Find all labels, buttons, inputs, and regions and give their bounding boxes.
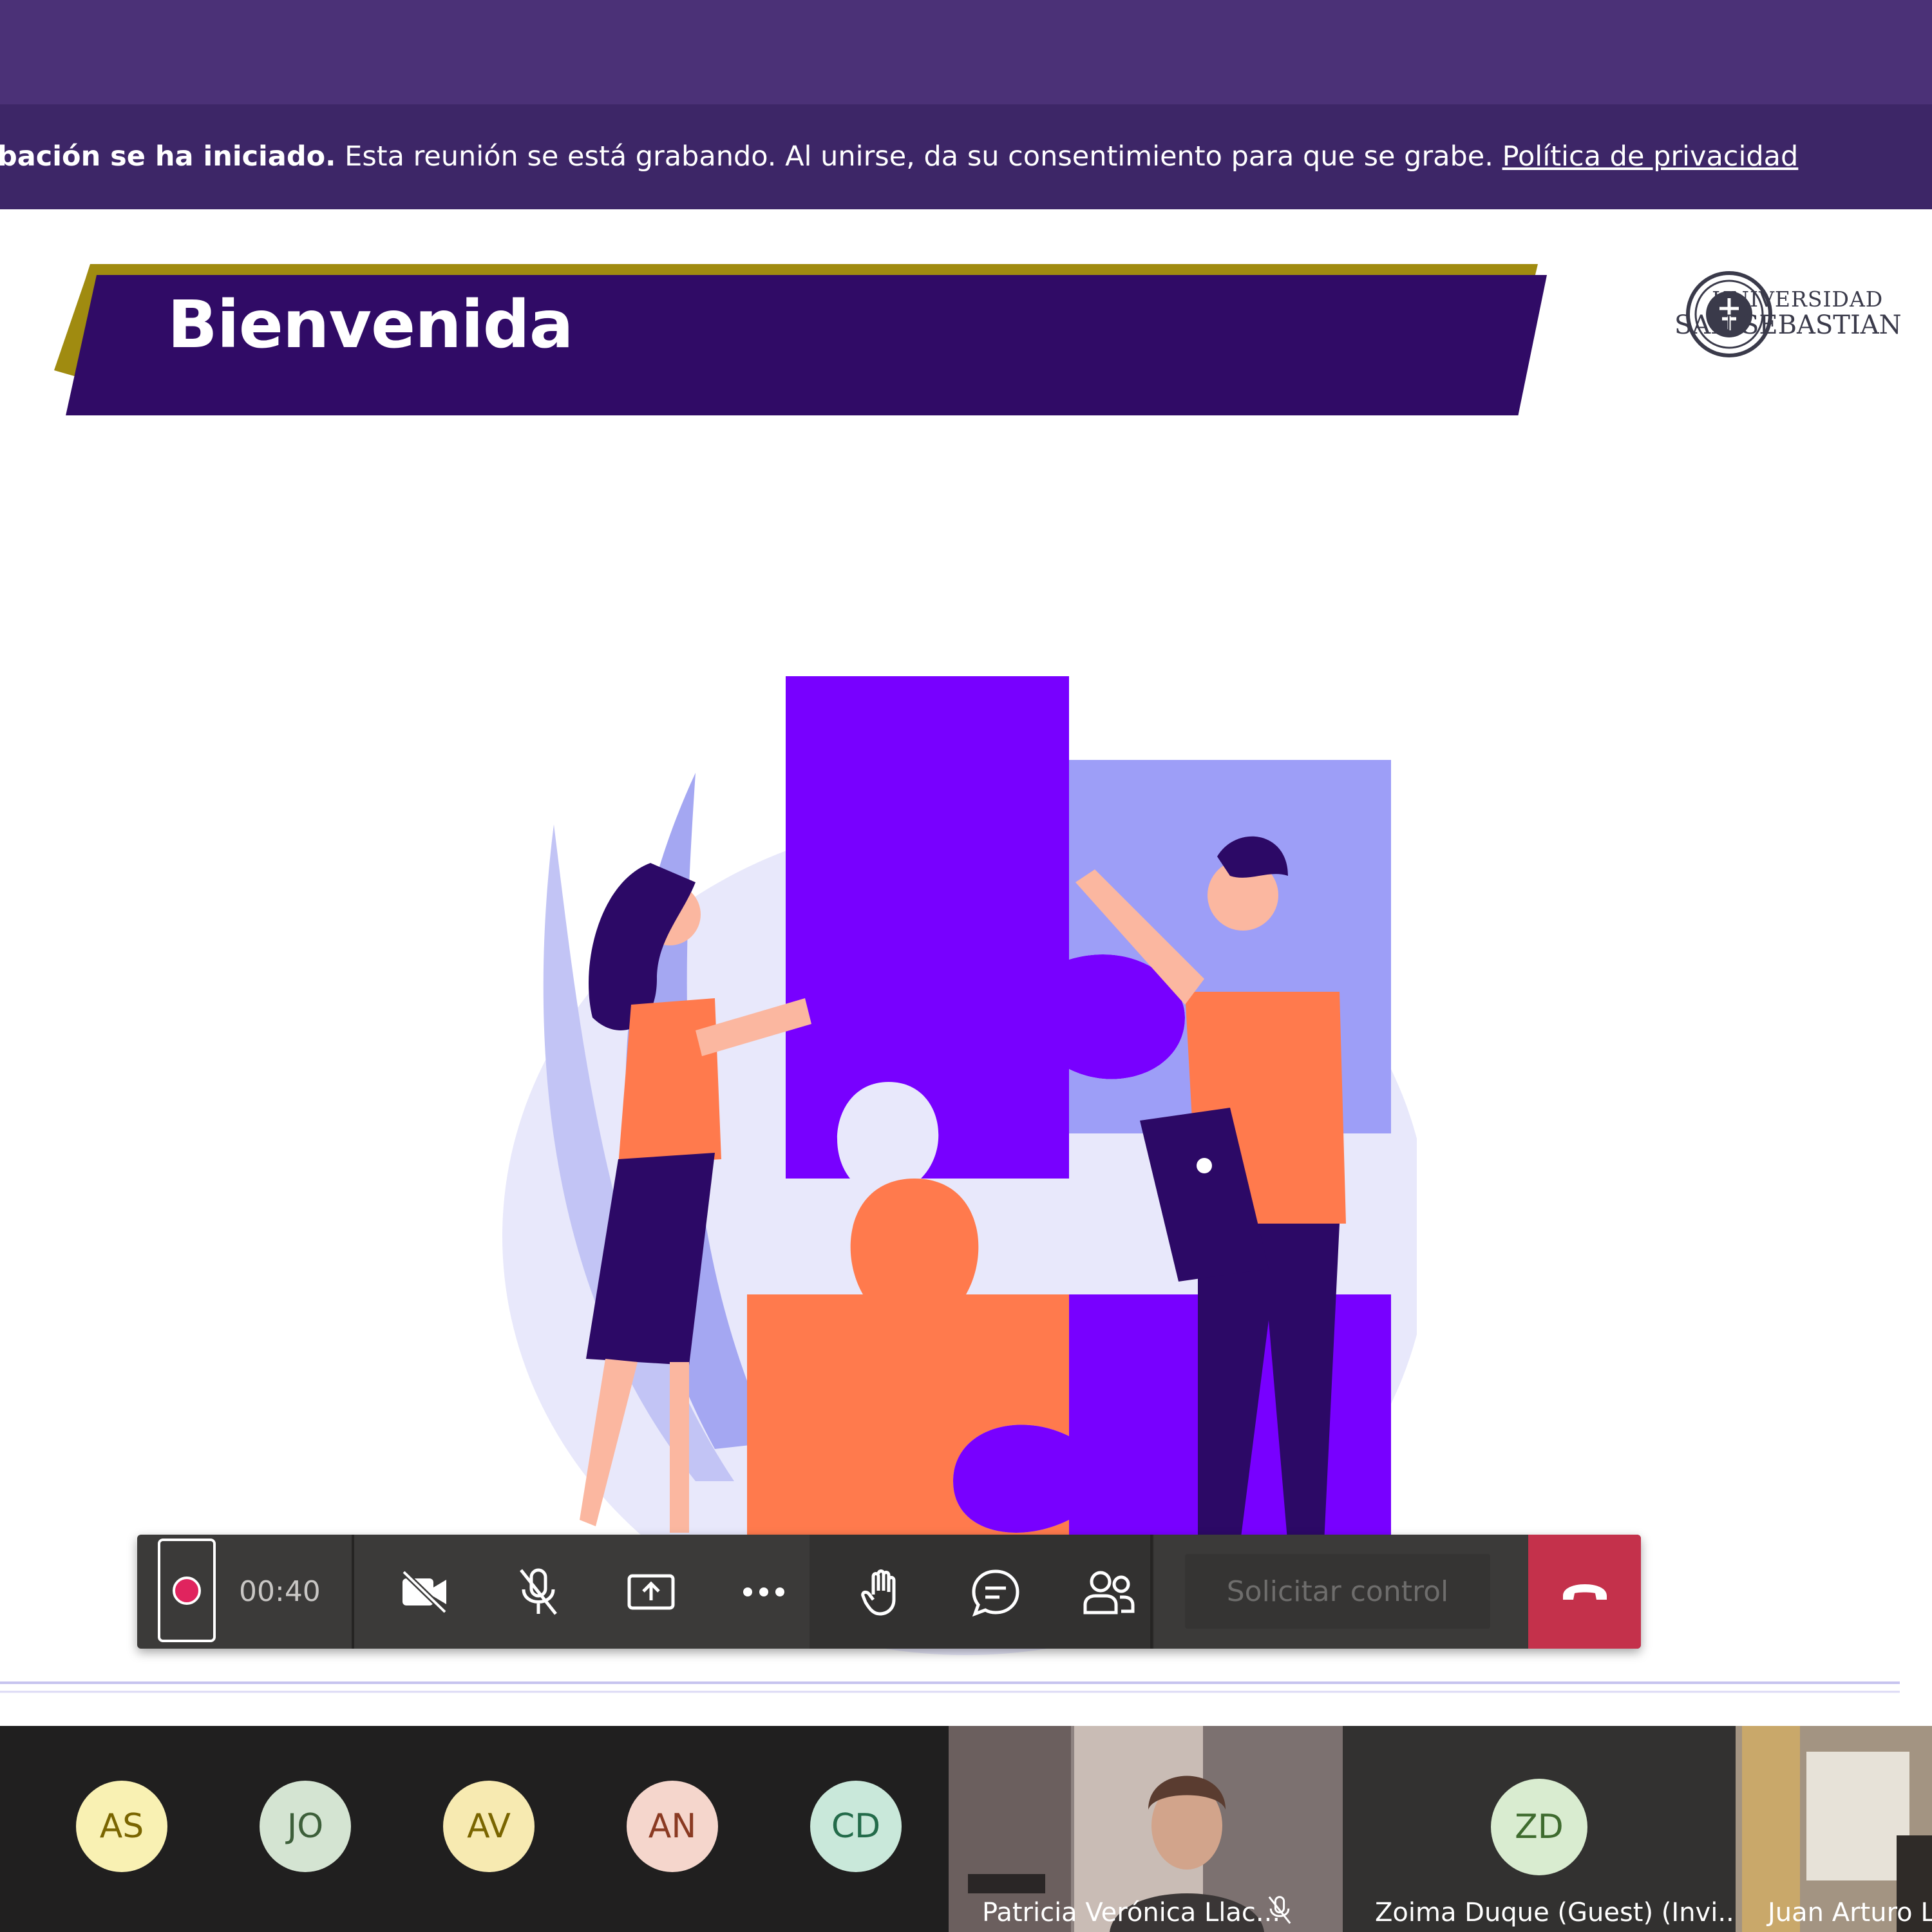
participant-name: Zoima Duque (Guest) (Invi... xyxy=(1375,1898,1736,1927)
recording-notice-text: Esta reunión se está grabando. Al unirse… xyxy=(336,140,1502,173)
participant-avatar[interactable]: AN xyxy=(627,1781,718,1872)
participant-avatar: ZD xyxy=(1491,1779,1587,1875)
avatar-initials: CD xyxy=(831,1807,881,1846)
participants-strip: AS JO AV AN CD Patricia Verónica Llac...… xyxy=(0,1726,1932,1932)
chat-icon xyxy=(971,1569,1019,1616)
participant-avatar[interactable]: JO xyxy=(260,1781,351,1872)
participant-video-tile[interactable]: Juan Arturo Lo xyxy=(1736,1726,1932,1932)
controls-divider xyxy=(352,1535,354,1649)
hangup-icon xyxy=(1562,1584,1607,1600)
slide-title: Bienvenida xyxy=(167,287,574,363)
participants-button[interactable] xyxy=(1058,1535,1158,1649)
more-actions-button[interactable] xyxy=(714,1535,813,1649)
puzzle-illustration xyxy=(502,676,1417,1655)
mic-off-icon xyxy=(1268,1896,1291,1924)
participant-avatar[interactable]: CD xyxy=(810,1781,902,1872)
participant-video-tile[interactable]: Patricia Verónica Llac... xyxy=(949,1726,1343,1932)
participant-video-tile[interactable]: ZD Zoima Duque (Guest) (Invi... xyxy=(1343,1726,1736,1932)
logo-line2: SAN SEBASTIAN xyxy=(1674,310,1902,340)
raise-hand-button[interactable] xyxy=(833,1535,933,1649)
camera-toggle-button[interactable] xyxy=(375,1535,475,1649)
share-screen-button[interactable] xyxy=(601,1535,701,1649)
hang-up-button[interactable] xyxy=(1528,1535,1641,1649)
more-icon xyxy=(743,1587,784,1596)
chat-button[interactable] xyxy=(945,1535,1045,1649)
participant-avatar[interactable]: AV xyxy=(443,1781,535,1872)
logo-line1: UNIVERSIDAD xyxy=(1712,287,1884,312)
avatar-initials: AV xyxy=(467,1807,511,1846)
avatar-initials: AN xyxy=(648,1807,697,1846)
recording-indicator[interactable] xyxy=(158,1539,216,1642)
raise-hand-icon xyxy=(860,1569,895,1615)
avatar-initials: AS xyxy=(99,1807,144,1846)
avatar-initials: JO xyxy=(287,1807,324,1846)
call-timer: 00:40 xyxy=(239,1575,321,1608)
mic-off-icon xyxy=(519,1568,557,1615)
controls-divider xyxy=(1150,1535,1153,1649)
camera-off-icon xyxy=(401,1569,447,1614)
meeting-controls-bar: 00:40 Solicitar control xyxy=(137,1535,1641,1649)
avatar-initials: ZD xyxy=(1515,1808,1564,1846)
participant-name: Juan Arturo Lo xyxy=(1768,1898,1932,1927)
slide-bottom-edge xyxy=(0,1681,1900,1693)
recording-notice-banner: bación se ha iniciado. Esta reunión se e… xyxy=(0,104,1932,209)
meeting-title-bar xyxy=(0,0,1932,104)
recording-notice-bold: bación se ha iniciado. xyxy=(0,140,336,173)
mic-toggle-button[interactable] xyxy=(488,1535,588,1649)
participants-icon xyxy=(1083,1571,1134,1614)
request-control-button[interactable]: Solicitar control xyxy=(1185,1554,1490,1629)
privacy-policy-link[interactable]: Política de privacidad xyxy=(1502,140,1799,173)
share-screen-icon xyxy=(627,1574,674,1609)
university-logo-text: UNIVERSIDAD SAN SEBASTIAN xyxy=(1674,287,1902,340)
participant-avatar[interactable]: AS xyxy=(76,1781,167,1872)
record-icon xyxy=(173,1576,201,1605)
shared-slide: Bienvenida UNIVERSIDAD SAN SEBASTIAN xyxy=(0,209,1932,1726)
